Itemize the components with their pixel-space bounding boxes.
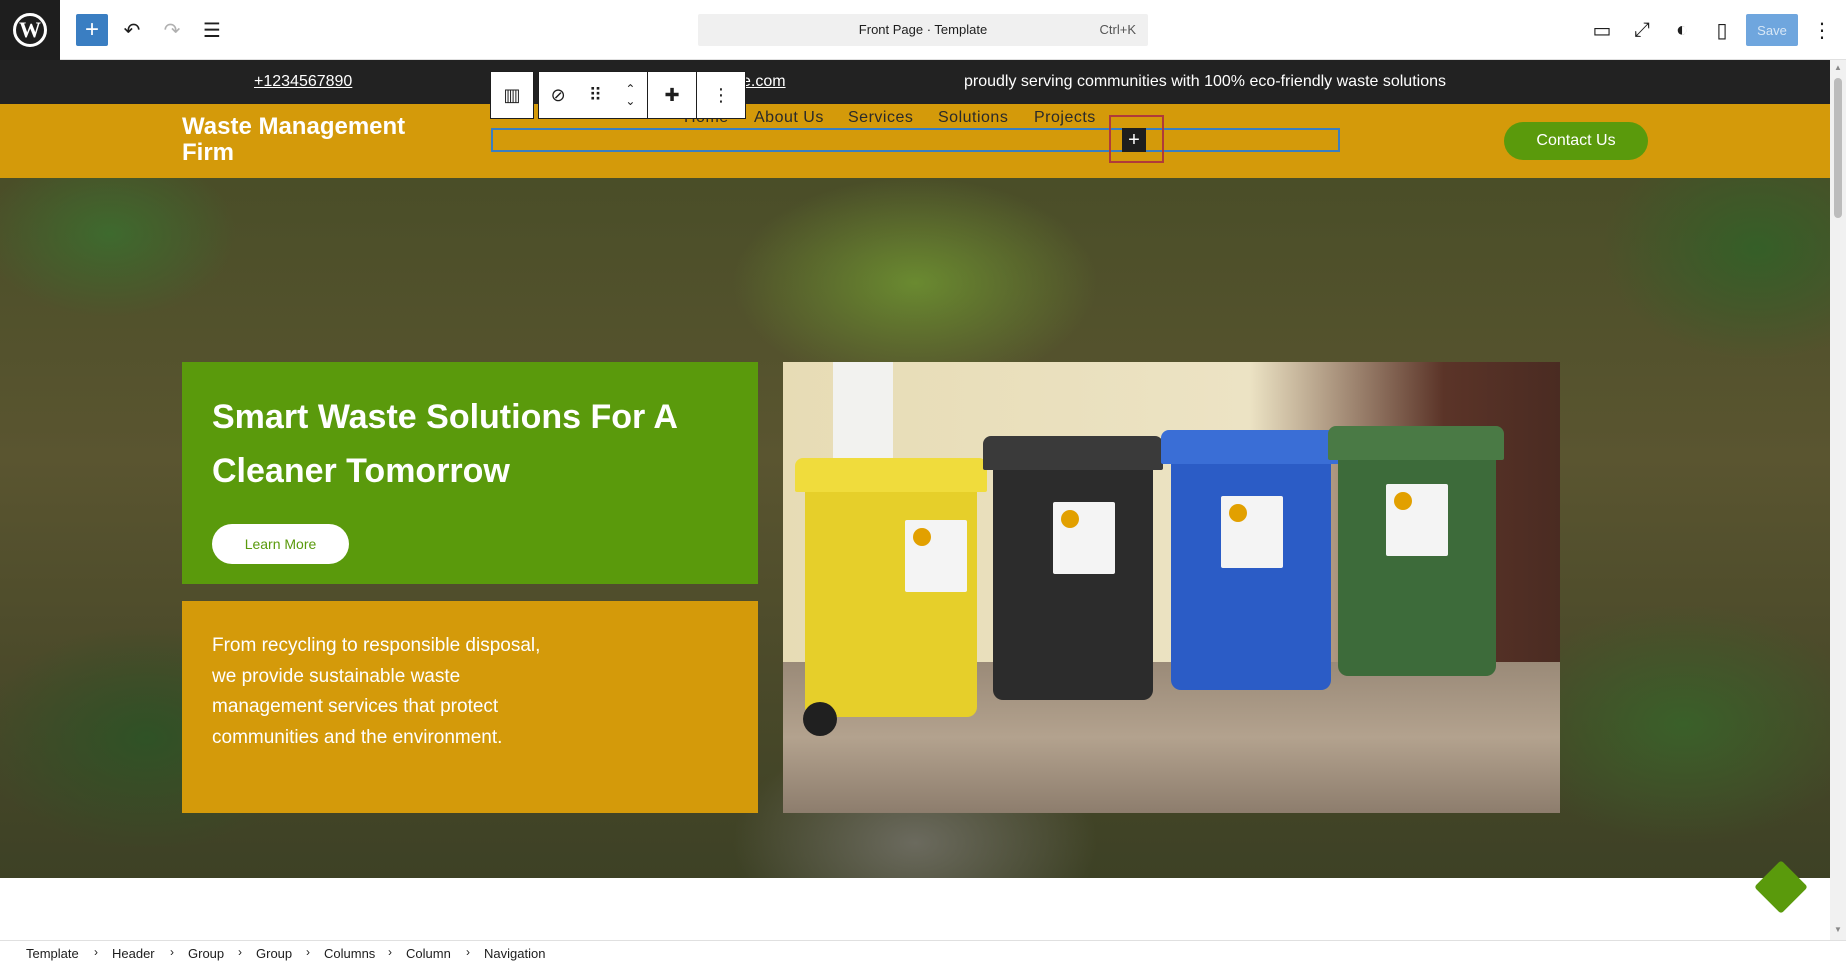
settings-button[interactable]: ▯ [1706, 14, 1738, 46]
chevron-right-icon: › [388, 945, 392, 959]
select-parent-button[interactable]: ▥ [490, 71, 534, 119]
navigation-icon[interactable]: ⊘ [551, 85, 566, 106]
breadcrumb-header[interactable]: Header [112, 946, 155, 961]
breadcrumb-group[interactable]: Group [188, 946, 224, 961]
phone-link[interactable]: +1234567890 [254, 73, 352, 91]
chevron-right-icon: › [238, 945, 242, 959]
yellow-bin [795, 458, 987, 717]
styles-button[interactable]: ◐ [1666, 14, 1698, 46]
breadcrumb-columns[interactable]: Columns [324, 946, 375, 961]
site-header: Waste Management Firm Home About Us Serv… [0, 104, 1830, 178]
hero-description: From recycling to responsible disposal, … [212, 635, 541, 748]
bin-lid [1328, 426, 1504, 460]
scrollbar-thumb[interactable] [1834, 78, 1842, 218]
hero-section: Smart Waste Solutions For A Cleaner Tomo… [0, 178, 1830, 878]
recycling-bins-image [783, 362, 1560, 813]
green-bin [1328, 426, 1504, 676]
breadcrumb-navigation: Navigation [484, 946, 546, 961]
editor-top-bar: W + ↶ ↷ ☰ Front Page · Template Ctrl+K ▭… [0, 0, 1846, 60]
nav-item-about-us[interactable]: About Us [754, 109, 824, 127]
desktop-icon: ▭ [1592, 19, 1612, 42]
columns-icon: ▥ [503, 84, 521, 105]
wordpress-logo-icon: W [13, 13, 47, 47]
chevron-right-icon: › [170, 945, 174, 959]
bin-label [1386, 484, 1448, 556]
editor-canvas: +1234567890 e.com proudly serving commun… [0, 60, 1830, 940]
preview-button[interactable]: ▭ [1586, 14, 1618, 46]
undo-icon: ↶ [123, 19, 141, 42]
wordpress-logo-button[interactable]: W [0, 0, 60, 60]
breadcrumb-column[interactable]: Column [406, 946, 451, 961]
hero-heading: Smart Waste Solutions For A Cleaner Tomo… [212, 398, 677, 490]
options-button[interactable]: ⋮ [1806, 14, 1838, 46]
justification-button[interactable]: ✚ [647, 71, 697, 119]
bin-lid [1161, 430, 1341, 464]
site-editor: W + ↶ ↷ ☰ Front Page · Template Ctrl+K ▭… [0, 0, 1846, 966]
scroll-up-arrow-icon[interactable]: ▲ [1834, 64, 1842, 72]
chevron-right-icon: › [306, 945, 310, 959]
save-button[interactable]: Save [1746, 14, 1798, 46]
block-options-button[interactable]: ⋮ [696, 71, 746, 119]
hero-heading-box: Smart Waste Solutions For A Cleaner Tomo… [182, 362, 758, 584]
blue-bin [1161, 430, 1341, 690]
plus-icon: + [84, 16, 99, 43]
bin-lid [795, 458, 987, 492]
breadcrumb-group-inner[interactable]: Group [256, 946, 292, 961]
add-nav-item-button[interactable]: + [1122, 128, 1146, 152]
block-toolbar: ▥ ⊘ ⠿ ⌃ ⌄ ✚ ⋮ [490, 71, 746, 119]
command-shortcut: Ctrl+K [1099, 22, 1136, 37]
undo-button[interactable]: ↶ [116, 14, 148, 46]
drag-handle-icon[interactable]: ⠿ [589, 85, 602, 106]
fullscreen-icon: ⤢ [1634, 18, 1650, 41]
chevron-right-icon: › [94, 945, 98, 959]
bin-wheel [803, 702, 837, 736]
top-info-strip: +1234567890 e.com proudly serving commun… [0, 60, 1830, 104]
contact-us-button[interactable]: Contact Us [1504, 122, 1648, 160]
justify-icon: ✚ [664, 84, 680, 105]
block-controls: ⊘ ⠿ ⌃ ⌄ [538, 71, 648, 119]
block-breadcrumb: Template › Header › Group › Group › Colu… [0, 940, 1846, 966]
redo-icon: ↷ [163, 19, 181, 42]
nav-item-solutions[interactable]: Solutions [938, 109, 1008, 127]
contrast-icon: ◐ [1675, 18, 1689, 41]
bin-label [1221, 496, 1283, 568]
move-buttons: ⌃ ⌄ [625, 83, 635, 107]
chevron-right-icon: › [466, 945, 470, 959]
sidebar-icon: ▯ [1716, 19, 1728, 42]
bin-lid [983, 436, 1163, 470]
navigation-block[interactable] [491, 128, 1340, 152]
black-bin [983, 436, 1163, 700]
bin-label [1053, 502, 1115, 574]
command-palette-bar[interactable]: Front Page · Template Ctrl+K [698, 14, 1148, 46]
more-vertical-icon: ⋮ [1812, 19, 1832, 42]
redo-button[interactable]: ↷ [156, 14, 188, 46]
document-overview-button[interactable]: ☰ [196, 14, 228, 46]
nav-item-projects[interactable]: Projects [1034, 109, 1096, 127]
list-view-icon: ☰ [203, 19, 221, 42]
nav-item-services[interactable]: Services [848, 109, 913, 127]
plus-icon: + [1128, 128, 1140, 151]
canvas-scrollbar[interactable]: ▲ ▼ [1830, 60, 1846, 940]
site-title[interactable]: Waste Management Firm [182, 114, 442, 166]
tagline: proudly serving communities with 100% ec… [964, 73, 1446, 90]
email-link[interactable]: e.com [742, 73, 786, 91]
fullscreen-button[interactable]: ⤢ [1626, 14, 1658, 46]
learn-more-button[interactable]: Learn More [212, 524, 349, 564]
bin-label [905, 520, 967, 592]
move-down-icon[interactable]: ⌄ [625, 95, 635, 107]
scroll-down-arrow-icon[interactable]: ▼ [1834, 926, 1842, 934]
more-vertical-icon: ⋮ [712, 84, 730, 105]
document-title: Front Page · Template [858, 22, 988, 37]
breadcrumb-template[interactable]: Template [26, 946, 79, 961]
hero-text-box: From recycling to responsible disposal, … [182, 601, 758, 813]
block-inserter-button[interactable]: + [76, 14, 108, 46]
